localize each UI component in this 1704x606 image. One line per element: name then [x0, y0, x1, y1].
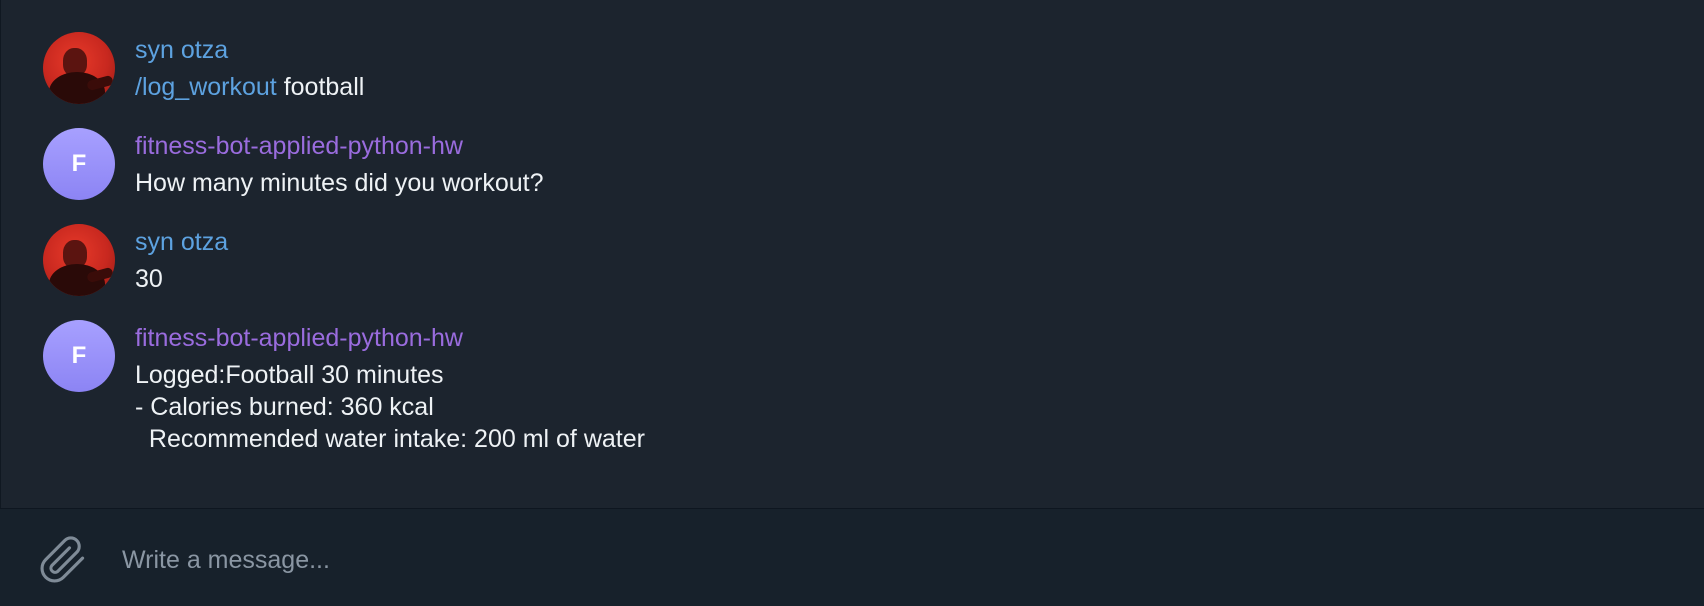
- bot-avatar[interactable]: F: [43, 320, 115, 392]
- message-content: fitness-bot-applied-python-hw How many m…: [135, 131, 544, 199]
- bot-command-link[interactable]: /log_workout: [135, 73, 277, 101]
- message-composer: [0, 508, 1704, 606]
- message-row: syn otza /log_workout football: [43, 32, 364, 104]
- message-content: syn otza /log_workout football: [135, 35, 364, 103]
- sender-name[interactable]: syn otza: [135, 227, 228, 257]
- message-text: Logged:Football 30 minutes - Calories bur…: [135, 359, 645, 455]
- message-line: - Calories burned: 360 kcal: [135, 393, 434, 421]
- chat-history: syn otza /log_workout football F fitness…: [0, 0, 1704, 508]
- avatar-letter: F: [71, 150, 87, 177]
- sender-name[interactable]: syn otza: [135, 35, 364, 65]
- bot-avatar[interactable]: F: [43, 128, 115, 200]
- message-row: syn otza 30: [43, 224, 228, 296]
- avatar[interactable]: [43, 224, 115, 296]
- message-row: F fitness-bot-applied-python-hw Logged:F…: [43, 320, 645, 455]
- avatar-letter: F: [71, 342, 87, 369]
- message-input[interactable]: [122, 543, 1622, 577]
- sender-name[interactable]: fitness-bot-applied-python-hw: [135, 323, 645, 353]
- message-line: Recommended water intake: 200 ml of wate…: [135, 425, 645, 453]
- message-text: /log_workout football: [135, 71, 364, 103]
- message-text: How many minutes did you workout?: [135, 169, 544, 197]
- command-argument: football: [276, 73, 365, 101]
- sender-name[interactable]: fitness-bot-applied-python-hw: [135, 131, 544, 161]
- message-content: fitness-bot-applied-python-hw Logged:Foo…: [135, 323, 645, 455]
- avatar[interactable]: [43, 32, 115, 104]
- message-content: syn otza 30: [135, 227, 228, 295]
- message-row: F fitness-bot-applied-python-hw How many…: [43, 128, 544, 200]
- paperclip-icon[interactable]: [38, 535, 88, 585]
- message-text: 30: [135, 265, 163, 293]
- message-line: Logged:Football 30 minutes: [135, 361, 444, 389]
